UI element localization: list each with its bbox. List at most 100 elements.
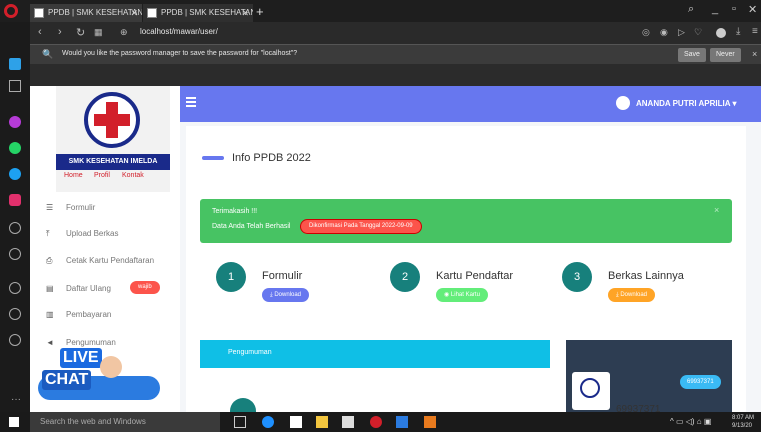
step-berkas-lainnya: 3 Berkas Lainnya ⤓ Download — [562, 256, 684, 314]
telegram-icon[interactable] — [9, 168, 21, 180]
close-alert-icon[interactable]: × — [714, 205, 719, 215]
home-icon[interactable] — [9, 58, 21, 70]
sidebar-item-pembayaran[interactable]: ▥ Pembayaran — [46, 310, 111, 319]
visitor-count: 69937371 — [616, 404, 661, 412]
restore-icon[interactable]: ▫ — [732, 3, 736, 15]
play-icon[interactable]: ▷ — [678, 27, 685, 38]
id-card-icon: ▤ — [46, 284, 54, 293]
lihat-kartu-button[interactable]: ◉ Lihat Kartu — [436, 288, 488, 302]
download-berkas-button[interactable]: ⤓ Download — [608, 288, 656, 302]
heart-icon[interactable]: ♡ — [694, 27, 702, 38]
site-info-icon[interactable]: ⊕ — [120, 27, 128, 38]
browser-tab-1[interactable]: PPDB | SMK KESEHATAN IM ✕ — [30, 4, 142, 22]
logo-emblem-icon — [580, 378, 600, 398]
close-icon[interactable]: × — [752, 49, 757, 59]
more-icon[interactable]: ··· — [11, 394, 21, 405]
agent-avatar-icon — [100, 356, 122, 378]
never-button[interactable]: Never — [710, 48, 741, 62]
system-tray-icons[interactable]: ^ ▭ ◁) ⌂ ▣ — [670, 417, 711, 426]
tab-label: PPDB | SMK KESEHATAN IM — [48, 8, 142, 17]
whatsapp-icon[interactable] — [9, 142, 21, 154]
step-number: 3 — [562, 262, 592, 292]
school-logo[interactable]: SMK KESEHATAN IMELDA Home Profil Kontak — [56, 86, 170, 192]
browser-tab-2[interactable]: PPDB | SMK KESEHATAN IM ✕ — [143, 4, 253, 22]
close-tab-icon[interactable]: ✕ — [130, 4, 138, 22]
new-tab-button[interactable]: + — [256, 4, 264, 20]
nav-kontak[interactable]: Kontak — [122, 172, 144, 179]
app-icon[interactable] — [396, 416, 408, 428]
file-icon[interactable] — [290, 416, 302, 428]
step-kartu-pendaftar: 2 Kartu Pendaftar ◉ Lihat Kartu — [390, 256, 514, 314]
windows-taskbar: Search the web and Windows ^ ▭ ◁) ⌂ ▣ 8:… — [0, 412, 761, 432]
sidebar-item-cetak-kartu[interactable]: ⎙ Cetak Kartu Pendaftaran — [46, 256, 154, 266]
wajib-badge: wajib — [130, 281, 160, 294]
username: ANANDA PUTRI APRILIA — [636, 99, 731, 108]
step-title: Formulir — [262, 270, 303, 282]
stat-logo — [572, 372, 610, 410]
taskbar-clock[interactable]: 8:07 AM 9/13/20 — [732, 414, 754, 430]
sidebar-item-upload-berkas[interactable]: ⤒ Upload Berkas — [46, 229, 118, 239]
browser-sidebar: ··· — [0, 22, 30, 412]
hamburger-menu-icon[interactable] — [186, 97, 196, 99]
instagram-icon[interactable] — [9, 194, 21, 206]
opera-logo-icon[interactable] — [4, 4, 18, 18]
taskbar-search[interactable]: Search the web and Windows — [30, 412, 220, 432]
history-icon[interactable] — [9, 308, 21, 320]
sidebar-item-formulir[interactable]: ☰ Formulir — [46, 203, 95, 212]
player-icon[interactable] — [9, 248, 21, 260]
url-field[interactable]: localhost/mawar/user/ — [140, 27, 218, 36]
announcement-title: Pengumuman — [228, 349, 272, 356]
close-tab-icon[interactable]: ✕ — [241, 4, 249, 22]
step-number: 2 — [390, 262, 420, 292]
forward-icon[interactable]: › — [58, 26, 62, 38]
list-icon: ☰ — [46, 203, 54, 212]
close-window-icon[interactable]: ✕ — [748, 3, 757, 16]
step-title: Berkas Lainnya — [608, 270, 684, 282]
school-name: SMK KESEHATAN IMELDA — [56, 154, 170, 170]
xampp-icon[interactable] — [424, 416, 436, 428]
camera-icon[interactable]: ◎ — [642, 27, 650, 38]
tabs-grid-icon[interactable]: ▦ — [94, 27, 103, 38]
file-explorer-icon[interactable] — [316, 416, 328, 428]
heart-icon[interactable] — [9, 282, 21, 294]
back-icon[interactable]: ‹ — [38, 26, 42, 38]
minimize-icon[interactable]: _ — [712, 3, 718, 15]
store-icon[interactable] — [342, 416, 354, 428]
sidebar-item-daftar-ulang[interactable]: ▤ Daftar Ulang — [46, 284, 111, 293]
page-top-dark — [30, 64, 761, 86]
download-formulir-button[interactable]: ⤓ Download — [262, 288, 310, 302]
step-title: Kartu Pendaftar — [436, 270, 514, 282]
password-prompt-text: Would you like the password manager to s… — [62, 50, 298, 57]
nav-profil[interactable]: Profil — [94, 172, 110, 179]
logo-emblem — [84, 92, 140, 148]
bookmark-icon[interactable] — [9, 80, 21, 92]
live-chat-widget[interactable]: LIVE CHAT — [38, 348, 160, 400]
sidebar-item-pengumuman[interactable]: ◄ Pengumuman — [46, 338, 116, 347]
opera-taskbar-icon[interactable] — [370, 416, 382, 428]
shield-icon[interactable]: ◉ — [660, 27, 668, 38]
easy-setup-icon[interactable]: ≡ — [752, 26, 758, 37]
reload-icon[interactable]: ↻ — [76, 26, 85, 39]
location-icon[interactable] — [9, 334, 21, 346]
megaphone-icon: ◄ — [46, 338, 54, 347]
task-view-icon[interactable] — [234, 416, 246, 428]
key-icon: 🔍 — [42, 49, 54, 59]
profile-icon[interactable] — [716, 28, 726, 38]
messenger-icon[interactable] — [9, 116, 21, 128]
user-avatar[interactable] — [616, 96, 630, 110]
tab-label: PPDB | SMK KESEHATAN IM — [161, 8, 253, 17]
announcement-header: Pengumuman — [200, 340, 550, 368]
address-bar: ‹ › ↻ ▦ ⊕ localhost/mawar/user/ ◎ ◉ ▷ ♡ … — [30, 22, 761, 44]
save-password-button[interactable]: Save — [678, 48, 706, 62]
edge-icon[interactable] — [262, 416, 274, 428]
nav-home[interactable]: Home — [64, 172, 83, 179]
user-dropdown[interactable]: ANANDA PUTRI APRILIA ▾ — [636, 99, 736, 108]
download-icon[interactable]: ⤓ — [736, 26, 740, 37]
alert-line-1: Terimakasih !!! — [212, 208, 258, 215]
step-formulir: 1 Formulir ⤓ Download — [216, 256, 336, 314]
confirmation-badge: Dikonfirmasi Pada Tanggal 2022-09-09 — [300, 219, 422, 234]
search-tabs-icon[interactable]: ⌕ — [688, 3, 694, 16]
speed-dial-icon[interactable] — [9, 222, 21, 234]
windows-start-icon[interactable] — [9, 417, 19, 427]
success-alert: Terimakasih !!! Data Anda Telah Berhasil… — [200, 199, 732, 243]
